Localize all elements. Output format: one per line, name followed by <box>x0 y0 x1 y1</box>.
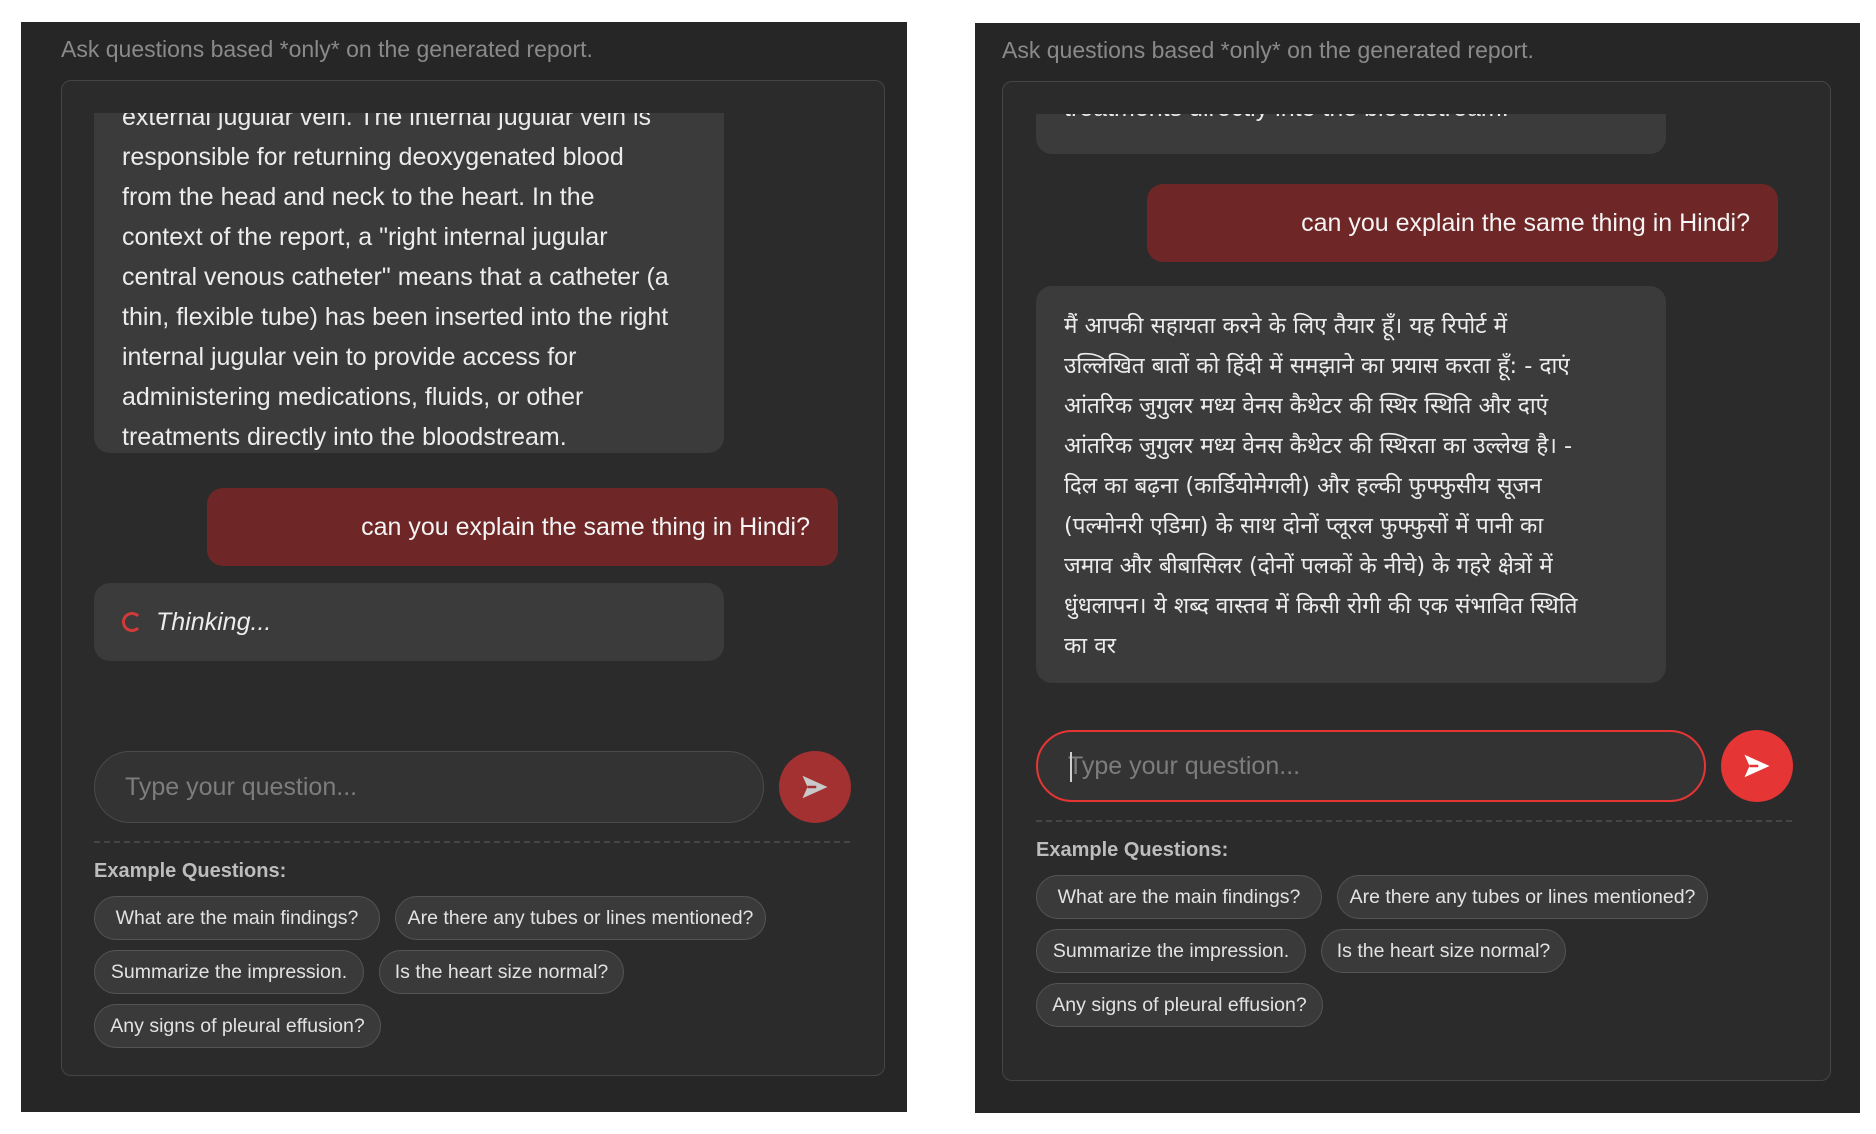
chat-panel-right: Ask questions based *only* on the genera… <box>975 23 1860 1113</box>
chat-container: external jugular vein. The internal jugu… <box>61 80 885 1076</box>
example-questions-heading: Example Questions: <box>1036 839 1229 861</box>
message-line: internal jugular vein to provide access … <box>122 343 577 371</box>
message-list[interactable]: external jugular vein. The internal jugu… <box>62 113 884 683</box>
message-line: (पल्मोनरी एडिमा) के साथ दोनों प्लूरल फुफ… <box>1064 513 1544 539</box>
message-line: thin, flexible tube) has been inserted i… <box>122 303 669 331</box>
send-button[interactable] <box>779 751 851 823</box>
example-question-chip[interactable]: What are the main findings? <box>94 896 380 940</box>
text-caret <box>1070 752 1072 782</box>
example-questions-heading: Example Questions: <box>94 860 287 882</box>
message-line: जमाव और बीबासिलर (दोनों पलकों के नीचे) क… <box>1064 553 1553 579</box>
spinner-icon <box>122 612 142 632</box>
send-button[interactable] <box>1721 730 1793 802</box>
thinking-text: Thinking... <box>156 608 272 636</box>
message-line: मैं आपकी सहायता करने के लिए तैयार हूँ। य… <box>1064 313 1508 339</box>
message-line: आंतरिक जुगुलर मध्य वेनस कैथेटर की स्थिरत… <box>1064 433 1573 459</box>
message-line: का वर <box>1064 633 1116 659</box>
example-question-chip[interactable]: Any signs of pleural effusion? <box>1036 983 1323 1027</box>
question-input-wrapper <box>1036 730 1706 802</box>
example-question-chip[interactable]: Are there any tubes or lines mentioned? <box>1337 875 1708 919</box>
message-list[interactable]: treatments directly into the bloodstream… <box>1003 114 1830 684</box>
chat-instruction: Ask questions based *only* on the genera… <box>61 36 593 62</box>
divider <box>94 841 850 843</box>
assistant-message: external jugular vein. The internal jugu… <box>94 113 724 453</box>
send-icon <box>1744 754 1770 778</box>
message-line: treatments directly into the bloodstream… <box>1064 114 1638 124</box>
chat-container: treatments directly into the bloodstream… <box>1002 81 1831 1081</box>
assistant-message: treatments directly into the bloodstream… <box>1036 114 1666 154</box>
user-message-text: can you explain the same thing in Hindi? <box>361 513 810 541</box>
message-line: धुंधलापन। ये शब्द वास्तव में किसी रोगी क… <box>1064 593 1578 619</box>
user-message-text: can you explain the same thing in Hindi? <box>1301 209 1750 237</box>
assistant-message: मैं आपकी सहायता करने के लिए तैयार हूँ। य… <box>1036 286 1666 683</box>
example-question-chip[interactable]: Is the heart size normal? <box>1321 929 1566 973</box>
example-question-chip[interactable]: Is the heart size normal? <box>379 950 624 994</box>
user-message: can you explain the same thing in Hindi? <box>207 488 838 566</box>
message-line: external jugular vein. The internal jugu… <box>122 113 652 131</box>
message-line: treatments directly into the bloodstream… <box>122 423 567 451</box>
divider <box>1036 820 1792 822</box>
chat-instruction: Ask questions based *only* on the genera… <box>1002 37 1534 63</box>
example-question-chip[interactable]: Any signs of pleural effusion? <box>94 1004 381 1048</box>
example-question-chip[interactable]: Are there any tubes or lines mentioned? <box>395 896 766 940</box>
question-input-wrapper <box>94 751 764 823</box>
message-line: central venous catheter" means that a ca… <box>122 263 669 291</box>
message-line: दिल का बढ़ना (कार्डियोमेगली) और हल्की फु… <box>1064 473 1542 499</box>
message-line: context of the report, a "right internal… <box>122 223 608 251</box>
send-icon <box>802 775 828 799</box>
user-message: can you explain the same thing in Hindi? <box>1147 184 1778 262</box>
chat-panel-left: Ask questions based *only* on the genera… <box>21 22 907 1112</box>
example-question-chip[interactable]: Summarize the impression. <box>94 950 364 994</box>
message-line: responsible for returning deoxygenated b… <box>122 143 624 171</box>
question-input[interactable] <box>95 752 763 822</box>
example-question-chip[interactable]: What are the main findings? <box>1036 875 1322 919</box>
message-line: administering medications, fluids, or ot… <box>122 383 584 411</box>
message-line: उल्लिखित बातों को हिंदी में समझाने का प्… <box>1064 353 1570 379</box>
message-line: from the head and neck to the heart. In … <box>122 183 595 211</box>
question-input[interactable] <box>1038 732 1704 800</box>
example-question-chip[interactable]: Summarize the impression. <box>1036 929 1306 973</box>
thinking-indicator: Thinking... <box>94 583 724 661</box>
message-line: आंतरिक जुगुलर मध्य वेनस कैथेटर की स्थिर … <box>1064 393 1549 419</box>
